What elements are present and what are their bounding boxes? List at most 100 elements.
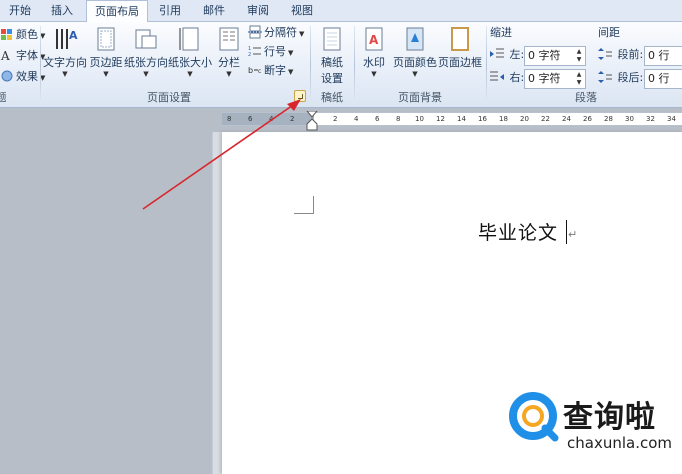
indent-right-row: 右: 0 字符 ▲ ▼ [490, 69, 590, 89]
page-color-button[interactable]: 页面颜色 ▼ [392, 26, 438, 78]
indent-left-label: 左: [509, 48, 525, 61]
text-direction-icon: A [52, 26, 78, 52]
themes-group-label: 题 [0, 91, 7, 104]
indent-marker-icon[interactable] [306, 111, 318, 131]
indent-right-label: 右: [509, 71, 525, 84]
manuscript-settings-button[interactable]: 稿纸 设置 [314, 26, 350, 86]
tab-page-layout[interactable]: 页面布局 [86, 0, 148, 23]
svg-text:b: b [248, 66, 253, 75]
spacing-before-icon [598, 47, 612, 61]
margins-icon [93, 26, 119, 52]
svg-text:2: 2 [248, 52, 251, 58]
theme-colors-button[interactable]: 颜色 ▼ [0, 26, 45, 44]
dropdown-arrow-icon: ▼ [226, 70, 232, 78]
spacing-after-input[interactable]: 0 行 [644, 69, 682, 89]
tab-insert[interactable]: 插入 [42, 0, 82, 22]
svg-text:A: A [369, 33, 379, 47]
watermark-button[interactable]: A 水印 ▼ [358, 26, 390, 78]
indent-right-input[interactable]: 0 字符 ▲ ▼ [524, 69, 586, 89]
size-button[interactable]: 纸张大小 ▼ [168, 26, 212, 78]
size-label: 纸张大小 [168, 56, 212, 69]
orientation-label: 纸张方向 [124, 56, 168, 69]
spacing-before-input[interactable]: 0 行 [644, 46, 682, 66]
document-body-text[interactable]: 毕业论文 [478, 218, 558, 245]
tab-references[interactable]: 引用 [150, 0, 190, 22]
text-direction-button[interactable]: A 文字方向 ▼ [42, 26, 88, 78]
paragraph-mark-icon: ↵ [568, 228, 578, 241]
page-borders-icon [447, 26, 473, 52]
text-direction-label: 文字方向 [43, 56, 87, 69]
page-borders-button[interactable]: 页面边框 [438, 26, 482, 70]
columns-button[interactable]: 分栏 ▼ [214, 26, 244, 78]
dropdown-arrow-icon: ▼ [187, 70, 193, 78]
magnifier-logo-icon [509, 392, 559, 442]
tab-review[interactable]: 审阅 [238, 0, 278, 22]
breaks-button[interactable]: 分隔符 ▼ [248, 24, 304, 42]
orientation-button[interactable]: 纸张方向 ▼ [124, 26, 168, 78]
page-color-icon [402, 26, 428, 52]
ribbon-panel: 颜色▼ A 字体▼ 效果▼ 题 A 文字方向 ▼ 页边距 ▼ 纸张方向 ▼ [0, 22, 682, 108]
horizontal-ruler[interactable]: 8 6 4 2 2 4 6 8 10 12 14 16 18 20 22 24 … [222, 112, 682, 126]
hyphenation-button[interactable]: bc 断字 ▼ [248, 62, 293, 80]
tab-mailings[interactable]: 邮件 [194, 0, 234, 22]
columns-label: 分栏 [218, 56, 240, 69]
dropdown-arrow-icon: ▼ [103, 70, 109, 78]
ruler-tick-label: 10 [415, 115, 424, 123]
line-numbers-label: 行号 [264, 45, 286, 58]
indent-left-icon [490, 47, 504, 61]
page-background-group-label: 页面背景 [398, 91, 442, 104]
spinner-arrows-icon[interactable]: ▲ ▼ [574, 71, 584, 87]
ruler-tick-label: 24 [562, 115, 571, 123]
page-color-label: 页面颜色 [393, 56, 437, 69]
group-divider [310, 26, 311, 104]
margins-button[interactable]: 页边距 ▼ [88, 26, 124, 78]
spacing-before-label: 段前: [617, 48, 644, 61]
spinner-arrows-icon[interactable]: ▲ ▼ [574, 48, 584, 64]
manuscript-settings-label-2: 设置 [321, 72, 343, 85]
watermark-label: 水印 [363, 56, 385, 69]
ruler-tick-label: 16 [478, 115, 487, 123]
dropdown-arrow-icon: ▼ [143, 70, 149, 78]
margins-label: 页边距 [89, 56, 123, 69]
theme-colors-label: 颜色 [16, 28, 38, 41]
ruler-tick-label: 26 [583, 115, 592, 123]
tab-home[interactable]: 开始 [0, 0, 40, 22]
hyphenation-icon: bc [248, 63, 262, 77]
effects-icon [0, 69, 14, 83]
spacing-before-row: 段前: 0 行 [598, 46, 682, 66]
ruler-tick-label: 8 [227, 115, 232, 123]
watermark-url: chaxunla.com [567, 434, 672, 452]
tab-view[interactable]: 视图 [282, 0, 322, 22]
manuscript-group-label: 稿纸 [321, 91, 343, 104]
spacing-after-value: 0 行 [648, 72, 670, 85]
ruler-tick-label: 6 [375, 115, 380, 123]
manuscript-settings-label-1: 稿纸 [321, 56, 343, 69]
indent-left-input[interactable]: 0 字符 ▲ ▼ [524, 46, 586, 66]
spacing-after-icon [598, 70, 612, 84]
line-numbers-button[interactable]: 12 行号 ▼ [248, 43, 293, 61]
ruler-tick-label: 6 [248, 115, 253, 123]
spacing-after-label: 段后: [617, 71, 644, 84]
dropdown-arrow-icon: ▼ [288, 49, 294, 57]
indent-right-icon [490, 70, 504, 84]
paragraph-group-label: 段落 [575, 91, 597, 104]
dropdown-arrow-icon: ▼ [299, 30, 305, 38]
spacing-before-value: 0 行 [648, 49, 670, 62]
indent-left-row: 左: 0 字符 ▲ ▼ [490, 46, 590, 66]
theme-fonts-button[interactable]: A 字体 ▼ [0, 47, 45, 65]
text-cursor [566, 220, 567, 244]
theme-effects-label: 效果 [16, 70, 38, 83]
svg-text:c: c [258, 68, 261, 75]
indent-right-value: 0 字符 [528, 72, 561, 85]
page-setup-dialog-launcher[interactable] [294, 90, 306, 102]
line-numbers-icon: 12 [248, 44, 262, 58]
ruler-tick-label: 12 [436, 115, 445, 123]
svg-text:A: A [0, 49, 10, 62]
indent-heading: 缩进 [490, 26, 512, 39]
ruler-tick-label: 20 [520, 115, 529, 123]
ribbon-tab-bar: 开始 插入 页面布局 引用 邮件 审阅 视图 [0, 0, 682, 23]
ruler-tick-label: 2 [290, 115, 295, 123]
ruler-tick-label: 8 [396, 115, 401, 123]
theme-effects-button[interactable]: 效果 ▼ [0, 68, 45, 86]
columns-icon [216, 26, 242, 52]
